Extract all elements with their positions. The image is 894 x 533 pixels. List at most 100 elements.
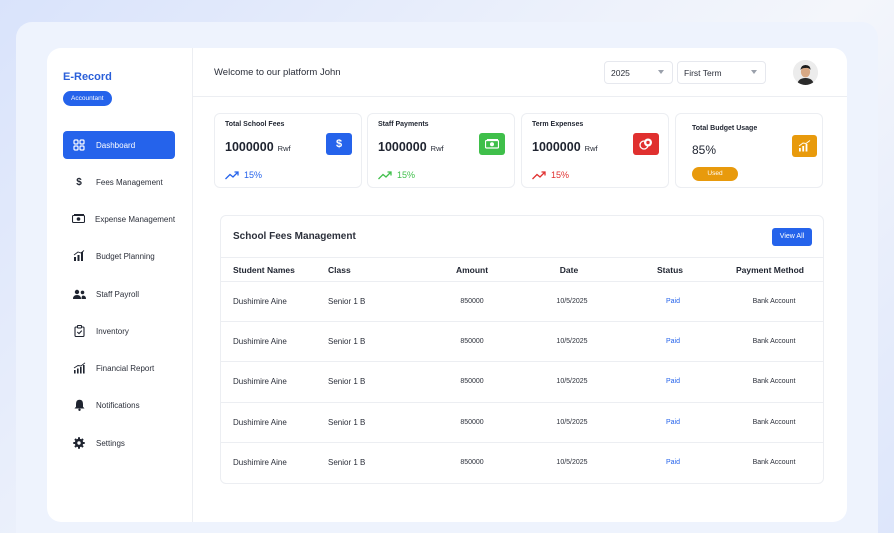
trend-up-icon — [378, 170, 392, 179]
role-badge: Accountant — [63, 91, 112, 106]
class-cell: Senior 1 B — [328, 418, 366, 427]
stat-card-staff-payments: Staff Payments 1000000 Rwf 15% — [367, 113, 515, 188]
sidebar-item-label: Expense Management — [95, 214, 176, 224]
sidebar-item-label: Financial Report — [96, 363, 155, 373]
payment-method-cell: Bank Account — [752, 419, 796, 426]
view-all-button[interactable]: View All — [772, 228, 812, 246]
term-select-value: First Term — [684, 67, 722, 78]
payment-method-cell: Bank Account — [752, 459, 796, 466]
table-header-divider — [221, 257, 823, 258]
amount-cell: 850000 — [460, 338, 484, 345]
sidebar-item-notifications[interactable]: Notifications — [63, 391, 175, 419]
date-cell: 10/5/2025 — [556, 338, 588, 345]
trend-up-icon — [225, 170, 239, 179]
table-row[interactable]: Dushimire Aine Senior 1 B 850000 10/5/20… — [221, 281, 823, 321]
stat-card-value: 1000000 Rwf — [532, 140, 598, 154]
sidebar-item-dashboard[interactable]: Dashboard — [63, 131, 175, 159]
status-cell: Paid — [665, 378, 681, 385]
grid-icon — [72, 138, 86, 152]
amount-cell: 850000 — [460, 298, 484, 305]
users-icon — [72, 287, 86, 301]
column-header: Class — [328, 265, 351, 275]
payment-method-cell: Bank Account — [752, 378, 796, 385]
stat-card-total-school-fees: Total School Fees 1000000 Rwf $ 15% — [214, 113, 362, 188]
coins-icon — [633, 133, 659, 155]
status-badge: Used — [692, 167, 738, 181]
trend-up-icon — [532, 170, 546, 179]
student-name-cell: Dushimire Aine — [233, 377, 287, 386]
bar-chart-icon — [792, 135, 817, 157]
column-header: Amount — [455, 265, 489, 275]
table-row[interactable]: Dushimire Aine Senior 1 B 850000 10/5/20… — [221, 361, 823, 401]
sidebar-item-staff-payroll[interactable]: Staff Payroll — [63, 280, 175, 308]
sidebar: E-Record Accountant Dashboard $ Fees Man… — [47, 48, 193, 522]
amount-cell: 850000 — [460, 378, 484, 385]
chevron-down-icon — [751, 70, 757, 74]
date-cell: 10/5/2025 — [556, 378, 588, 385]
stat-card-trend: 15% — [225, 170, 262, 180]
dollar-icon: $ — [326, 133, 352, 155]
class-cell: Senior 1 B — [328, 297, 366, 306]
sidebar-item-label: Budget Planning — [96, 251, 155, 261]
status-cell: Paid — [665, 338, 681, 345]
sidebar-item-budget-planning[interactable]: Budget Planning — [63, 242, 175, 270]
date-cell: 10/5/2025 — [556, 298, 588, 305]
status-cell: Paid — [665, 419, 681, 426]
growth-chart-icon — [72, 361, 86, 375]
sidebar-item-fees-management[interactable]: $ Fees Management — [63, 168, 175, 196]
school-fees-table-panel: School Fees Management View All Student … — [220, 215, 824, 484]
table-row[interactable]: Dushimire Aine Senior 1 B 850000 10/5/20… — [221, 402, 823, 442]
student-name-cell: Dushimire Aine — [233, 418, 287, 427]
payment-method-cell: Bank Account — [752, 338, 796, 345]
sidebar-item-label: Inventory — [96, 326, 129, 336]
welcome-message: Welcome to our platform John — [214, 67, 341, 78]
stat-card-trend: 15% — [532, 170, 569, 180]
cash-icon — [479, 133, 505, 155]
dollar-icon: $ — [76, 176, 82, 188]
column-header: Status — [657, 265, 683, 275]
sidebar-item-financial-report[interactable]: Financial Report — [63, 354, 175, 382]
sidebar-item-label: Staff Payroll — [96, 289, 139, 299]
student-name-cell: Dushimire Aine — [233, 297, 287, 306]
stat-card-trend: 15% — [378, 170, 415, 180]
date-cell: 10/5/2025 — [556, 459, 588, 466]
status-cell: Paid — [665, 298, 681, 305]
chevron-down-icon — [658, 70, 664, 74]
stat-card-title: Term Expenses — [532, 121, 584, 128]
sidebar-item-inventory[interactable]: Inventory — [63, 317, 175, 345]
cash-icon — [72, 212, 85, 226]
panel-title: School Fees Management — [233, 231, 356, 242]
table-row[interactable]: Dushimire Aine Senior 1 B 850000 10/5/20… — [221, 321, 823, 361]
stat-card-term-expenses: Term Expenses 1000000 Rwf 15% — [521, 113, 669, 188]
column-header: Student Names — [233, 265, 295, 275]
avatar[interactable] — [793, 60, 818, 85]
term-select[interactable]: First Term — [677, 61, 766, 84]
amount-cell: 850000 — [460, 419, 484, 426]
stat-card-value: 1000000 Rwf — [225, 140, 291, 154]
table-row[interactable]: Dushimire Aine Senior 1 B 850000 10/5/20… — [221, 442, 823, 482]
app-window: E-Record Accountant Dashboard $ Fees Man… — [47, 48, 847, 522]
status-cell: Paid — [665, 459, 681, 466]
stat-card-value: 85% — [692, 143, 717, 157]
amount-cell: 850000 — [460, 459, 484, 466]
student-name-cell: Dushimire Aine — [233, 337, 287, 346]
payment-method-cell: Bank Account — [752, 298, 796, 305]
sidebar-item-label: Fees Management — [96, 177, 163, 187]
stat-card-total-budget-usage: Total Budget Usage 85% Used — [675, 113, 823, 188]
bar-chart-icon — [72, 249, 86, 263]
stat-card-title: Staff Payments — [378, 121, 429, 128]
column-header: Date — [559, 265, 579, 275]
stat-card-value: 1000000 Rwf — [378, 140, 444, 154]
sidebar-item-settings[interactable]: Settings — [63, 429, 175, 457]
date-cell: 10/5/2025 — [556, 419, 588, 426]
bell-icon — [72, 398, 86, 412]
gear-icon — [72, 436, 86, 450]
year-select[interactable]: 2025 — [604, 61, 673, 84]
stat-card-title: Total Budget Usage — [692, 125, 758, 132]
student-name-cell: Dushimire Aine — [233, 458, 287, 467]
sidebar-item-label: Settings — [96, 438, 125, 448]
sidebar-item-expense-management[interactable]: Expense Management — [63, 205, 175, 233]
stat-card-title: Total School Fees — [225, 121, 285, 128]
sidebar-item-label: Notifications — [96, 400, 140, 410]
class-cell: Senior 1 B — [328, 337, 366, 346]
